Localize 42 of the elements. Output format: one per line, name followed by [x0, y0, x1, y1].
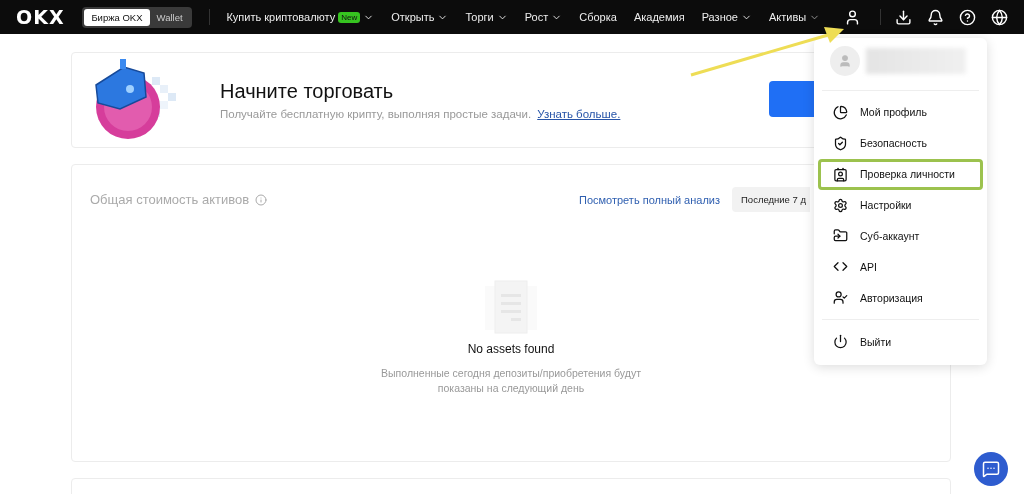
nav-item[interactable]: Открыть [391, 11, 449, 23]
period-select[interactable]: Последние 7 д [732, 187, 810, 212]
menu-item[interactable]: Авторизация [818, 282, 983, 314]
banner-title: Начните торговать [220, 80, 395, 103]
menu-item[interactable]: API [818, 251, 983, 283]
empty-text: Выполненные сегодня депозиты/приобретения будут показаны на следующий день [380, 366, 642, 396]
menu-item[interactable]: Суб-аккаунт [818, 220, 983, 252]
logout-item[interactable]: Выйти [818, 326, 983, 357]
chat-icon [982, 460, 1000, 478]
nav-item[interactable]: Рост [524, 11, 563, 23]
menu-item[interactable]: Проверка личности [818, 158, 983, 190]
download-icon[interactable] [895, 8, 912, 26]
nav-item[interactable]: Академия [633, 11, 685, 23]
banner-text: Получайте бесплатную крипту, выполняя простые задачи. Узнать больше. [220, 108, 621, 120]
nav-item[interactable]: Купить криптовалюту New [226, 11, 375, 23]
help-icon[interactable] [959, 8, 976, 26]
avatar-icon [830, 46, 860, 76]
analysis-link[interactable]: Посмотреть полный анализ [579, 193, 721, 206]
identity-icon [833, 166, 848, 182]
card-title: Общая стоимость активов [90, 192, 250, 207]
security-icon [833, 135, 848, 151]
mode-tab[interactable]: Биржа OKX [84, 8, 150, 26]
menu-item[interactable]: Настройки [818, 189, 983, 221]
profile-icon [833, 104, 848, 120]
power-icon [833, 334, 848, 349]
menu-item[interactable]: Мой профиль [818, 97, 983, 128]
learn-more-link[interactable]: Узнать больше. [537, 108, 621, 120]
empty-title: No assets found [467, 342, 555, 356]
logo[interactable]: OKX [16, 6, 68, 28]
chat-button[interactable] [974, 452, 1008, 486]
globe-icon[interactable] [991, 8, 1008, 26]
mode-tab[interactable]: Wallet [149, 8, 190, 26]
nav-item[interactable]: Сборка [579, 11, 617, 23]
new-badge: New [338, 11, 361, 23]
subaccount-icon [833, 228, 848, 244]
settings-icon [833, 197, 848, 213]
nav-item[interactable]: Торги [465, 11, 508, 23]
nav-item[interactable]: Активы [768, 11, 821, 23]
bell-icon[interactable] [927, 8, 944, 26]
menu-item[interactable]: Безопасность [818, 127, 983, 159]
login-icon [833, 290, 848, 306]
nav-item[interactable]: Разное [701, 11, 752, 23]
